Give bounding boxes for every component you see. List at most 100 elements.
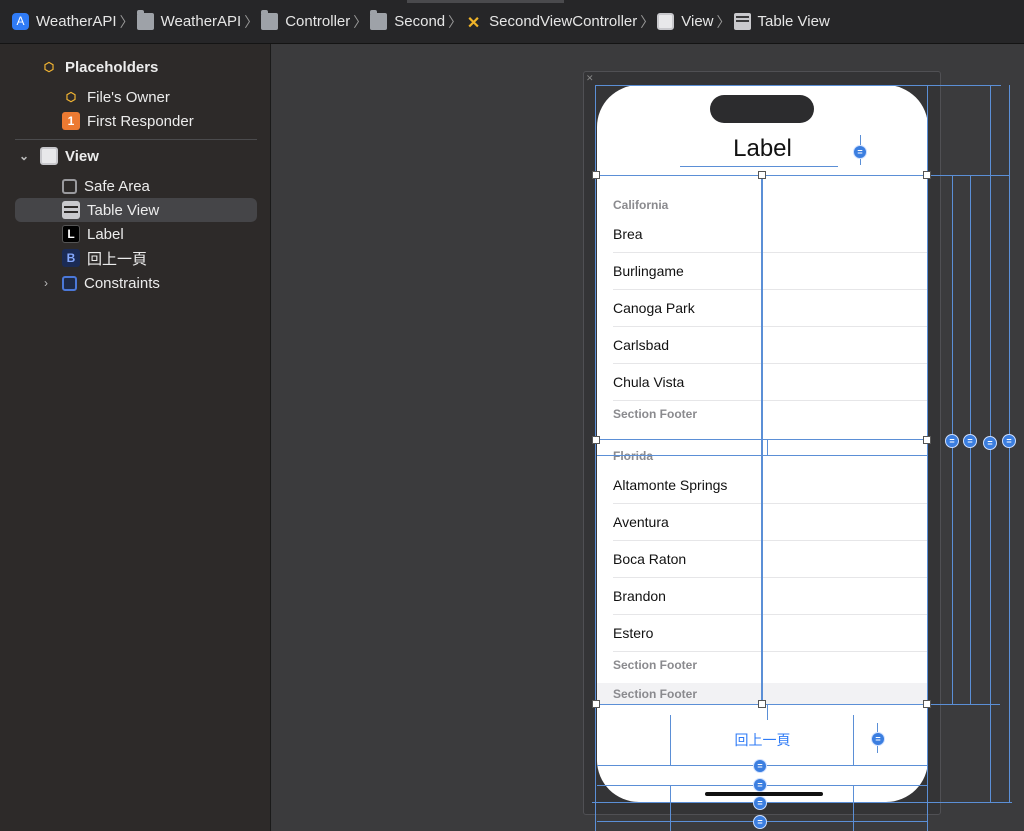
outline-files-owner[interactable]: ⬡ File's Owner	[62, 85, 170, 109]
safe-area-icon	[62, 178, 77, 194]
cube-icon: ⬡	[43, 60, 55, 74]
document-outline: ⬡ Placeholders ⬡ File's Owner 1 First Re…	[0, 44, 271, 831]
outline-label: File's Owner	[87, 88, 170, 106]
breadcrumb-item-project[interactable]: A WeatherAPI	[12, 0, 117, 44]
outline-back-button[interactable]: B 回上一頁	[62, 246, 147, 270]
storyboard-canvas[interactable]: ✕ Label California Brea Burlingame Canog…	[272, 45, 1024, 831]
cell-label: Boca Raton	[613, 551, 687, 567]
table-row[interactable]: Brea	[597, 216, 928, 253]
xcode-interface-builder: A WeatherAPI 〉 WeatherAPI 〉 Controller 〉…	[0, 0, 1024, 831]
chevron-right-icon: 〉	[244, 13, 259, 30]
cell-label: Burlingame	[613, 263, 684, 279]
outline-view[interactable]: ⌄ View	[18, 144, 99, 168]
folder-icon	[261, 10, 279, 30]
breadcrumb-label: View	[681, 13, 714, 30]
breadcrumb-label: Controller	[285, 13, 351, 30]
first-responder-icon: 1	[62, 112, 80, 130]
outline-label: Constraints	[84, 274, 160, 292]
breadcrumb-item-controller[interactable]: Controller	[261, 0, 350, 44]
outline-label: Placeholders	[65, 58, 159, 76]
outline-label: 回上一頁	[87, 250, 148, 268]
section-footer: Section Footer	[613, 687, 698, 701]
outline-first-responder[interactable]: 1 First Responder	[62, 109, 194, 133]
section-footer: Section Footer	[613, 658, 698, 672]
constraint-line	[597, 821, 928, 822]
home-indicator	[705, 792, 823, 796]
chevron-right-icon: 〉	[119, 13, 134, 30]
outline-label: Label	[87, 225, 124, 243]
section-header: Florida	[613, 449, 654, 463]
outline-label-item[interactable]: L Label	[62, 222, 124, 246]
breadcrumb-item-view[interactable]: View	[657, 0, 714, 44]
view-icon	[40, 147, 58, 165]
outline-label: Safe Area	[84, 177, 150, 195]
cell-label: Altamonte Springs	[613, 477, 728, 493]
constraint-line	[952, 175, 953, 704]
chevron-right-icon: 〉	[716, 13, 731, 30]
breadcrumb-item-view-controller[interactable]: ✕ SecondViewController	[465, 0, 637, 44]
section-footer: Section Footer	[613, 407, 698, 421]
title-label[interactable]: Label	[597, 135, 928, 163]
chevron-down-icon[interactable]: ⌄	[18, 149, 30, 163]
folder-icon	[136, 10, 154, 30]
equal-constraint-icon[interactable]: =	[983, 436, 997, 450]
constraint-line	[970, 175, 971, 704]
back-button[interactable]: 回上一頁	[697, 730, 828, 750]
constraint-line	[1009, 85, 1010, 802]
folder-icon	[370, 10, 388, 30]
outline-table-view[interactable]: Table View	[15, 198, 257, 222]
constraints-icon	[62, 275, 77, 291]
table-row[interactable]: Altamonte Springs	[597, 467, 928, 504]
table-view-icon	[62, 201, 80, 219]
outline-label: First Responder	[87, 112, 194, 130]
equal-constraint-icon[interactable]: =	[1002, 434, 1016, 448]
equal-constraint-icon[interactable]: =	[945, 434, 959, 448]
outline-label: View	[65, 147, 99, 165]
table-row[interactable]: Aventura	[597, 504, 928, 541]
chevron-right-icon: 〉	[448, 13, 463, 30]
cell-label: Brea	[613, 226, 643, 242]
jump-bar: A WeatherAPI 〉 WeatherAPI 〉 Controller 〉…	[0, 0, 1024, 44]
outline-safe-area[interactable]: Safe Area	[62, 174, 150, 198]
breadcrumb-label: Table View	[757, 13, 830, 30]
chevron-right-icon[interactable]: ›	[40, 276, 52, 290]
table-row[interactable]: Canoga Park	[597, 290, 928, 327]
cube-icon: ⬡	[65, 90, 77, 104]
cell-label: Chula Vista	[613, 374, 685, 390]
equal-constraint-icon[interactable]: =	[963, 434, 977, 448]
cell-label: Estero	[613, 625, 654, 641]
outline-divider	[15, 139, 257, 140]
chevron-right-icon: 〉	[353, 13, 368, 30]
cell-label: Aventura	[613, 514, 669, 530]
tab-indicator	[407, 0, 564, 3]
cell-label: Carlsbad	[613, 337, 670, 353]
app-icon: A	[12, 13, 29, 30]
table-row[interactable]: Carlsbad	[597, 327, 928, 364]
label-icon: L	[62, 225, 80, 243]
device-screen[interactable]: Label California Brea Burlingame Canoga …	[597, 85, 928, 802]
cell-label: Canoga Park	[613, 300, 695, 316]
view-controller-icon: ✕	[466, 15, 481, 32]
breadcrumb-label: WeatherAPI	[36, 13, 117, 30]
table-row[interactable]: Chula Vista	[597, 364, 928, 401]
outline-constraints[interactable]: › Constraints	[40, 271, 160, 295]
breadcrumb-label: SecondViewController	[489, 13, 638, 30]
section-header: California	[613, 198, 669, 212]
breadcrumb-item-group[interactable]: WeatherAPI	[136, 0, 241, 44]
table-view-icon	[733, 13, 751, 30]
dynamic-island	[710, 95, 814, 123]
breadcrumb-item-second[interactable]: Second	[370, 0, 445, 44]
close-icon[interactable]: ✕	[586, 74, 595, 83]
button-icon: B	[62, 249, 80, 267]
table-row[interactable]: Boca Raton	[597, 541, 928, 578]
breadcrumb-item-table-view[interactable]: Table View	[733, 0, 830, 44]
outline-label: Table View	[87, 201, 160, 219]
table-row[interactable]: Burlingame	[597, 253, 928, 290]
breadcrumb-label: Second	[394, 13, 446, 30]
table-row[interactable]: Estero	[597, 615, 928, 652]
constraint-line	[990, 85, 991, 802]
outline-placeholders[interactable]: ⬡ Placeholders	[40, 55, 159, 79]
chevron-right-icon: 〉	[640, 13, 655, 30]
table-row[interactable]: Brandon	[597, 578, 928, 615]
equal-constraint-icon[interactable]: =	[753, 815, 767, 829]
